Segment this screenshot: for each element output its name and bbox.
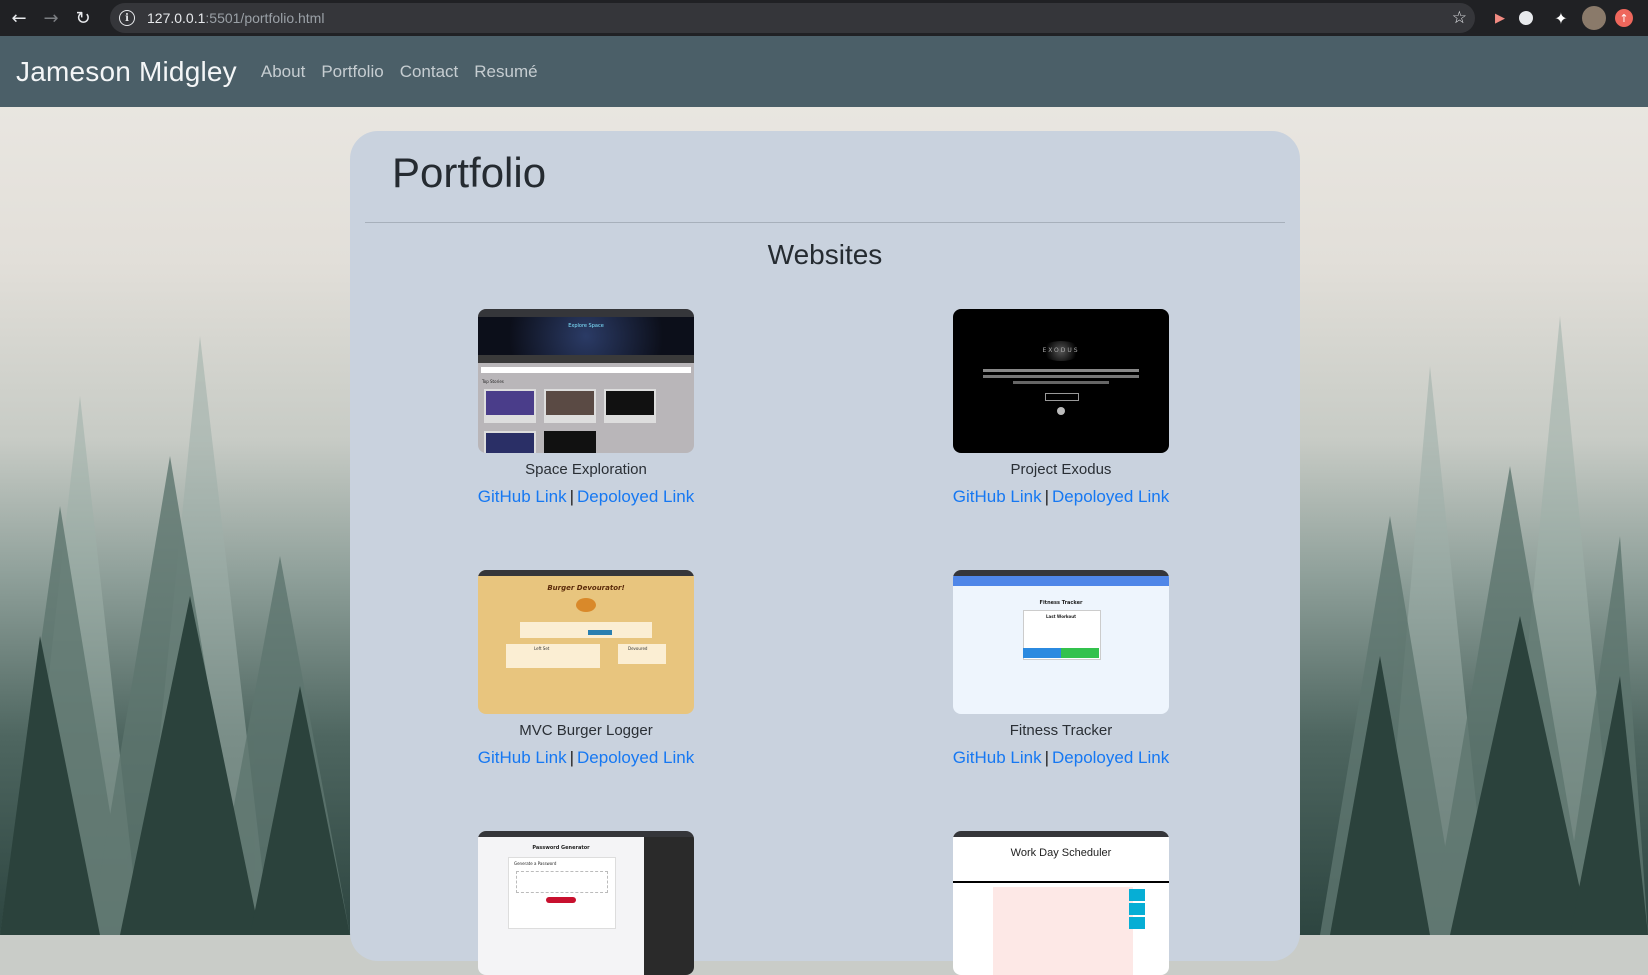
project-title: Fitness Tracker [1009,722,1113,739]
github-link[interactable]: GitHub Link [478,748,567,767]
project-card-work-day-scheduler: Work Day Scheduler [901,831,1221,975]
url-host: 127.0.0.1 [147,10,206,26]
project-thumbnail[interactable]: Fitness Tracker Last Workout [953,570,1169,714]
site-info-icon[interactable]: i [119,10,135,26]
project-title: Project Exodus [1010,461,1112,478]
thumb-col1: Left Set [534,646,550,651]
nav-link-portfolio[interactable]: Portfolio [321,62,383,82]
section-title: Websites [767,239,883,270]
forward-arrow-icon[interactable]: → [38,5,64,31]
nav-link-contact[interactable]: Contact [400,62,459,82]
thumb-heading: Fitness Tracker [1039,600,1083,606]
github-link[interactable]: GitHub Link [953,487,1042,506]
project-links: GitHub Link | Depoloyed Link [952,748,1170,767]
url-text[interactable]: 127.0.0.1:5501/portfolio.html [147,10,324,26]
url-path: :5501/portfolio.html [205,10,325,26]
update-icon[interactable]: ↑ [1615,9,1633,27]
portfolio-card: Portfolio Websites Explore Space Top Sto… [350,131,1300,975]
site-navbar: Jameson Midgley About Portfolio Contact … [0,36,1648,107]
extension-icon[interactable]: ▶ [1488,6,1512,30]
bookmark-star-icon[interactable]: ☆ [1452,8,1467,28]
browser-toolbar: ← → ↻ i 127.0.0.1:5501/portfolio.html ☆ … [0,0,1648,36]
deployed-link[interactable]: Depoloyed Link [1052,748,1169,767]
github-link[interactable]: GitHub Link [478,487,567,506]
thumb-heading: Work Day Scheduler [1010,847,1112,859]
nav-link-about[interactable]: About [261,62,305,82]
deployed-link[interactable]: Depoloyed Link [577,748,694,767]
project-thumbnail[interactable]: EXODUS [953,309,1169,453]
profile-avatar[interactable] [1582,6,1606,30]
thumb-heading: Password Generator [532,845,590,851]
project-links: GitHub Link | Depoloyed Link [477,748,695,767]
thumb-col2: Devoured [628,646,648,651]
deployed-link[interactable]: Depoloyed Link [1052,487,1169,506]
nav-link-resume[interactable]: Resumé [474,62,537,82]
brand-name[interactable]: Jameson Midgley [16,56,237,88]
project-card-space-exploration: Explore Space Top Stories Space Explorat… [426,309,746,507]
project-card-burger-logger: Burger Devourator! Left Set Devoured MVC… [426,570,746,768]
thumb-heading: EXODUS [1042,347,1080,354]
github-link[interactable]: GitHub Link [953,748,1042,767]
puzzle-extensions-icon[interactable]: ✦ [1549,6,1573,30]
project-thumbnail[interactable]: Explore Space Top Stories [478,309,694,453]
project-thumbnail[interactable]: Password Generator Generate a Password [478,831,694,975]
thumb-heading: Explore Space [568,323,604,329]
burger-icon [576,598,596,612]
title-divider [365,222,1285,223]
thumb-heading: Burger Devourator! [547,584,625,592]
project-card-password-generator: Password Generator Generate a Password [426,831,746,975]
project-thumbnail[interactable]: Work Day Scheduler [953,831,1169,975]
back-arrow-icon[interactable]: ← [6,5,32,31]
project-card-project-exodus: EXODUS Project Exodus GitHub Link | Depolo… [901,309,1221,507]
project-title: Space Exploration [525,461,647,478]
project-links: GitHub Link | Depoloyed Link [477,487,695,506]
nav-links: About Portfolio Contact Resumé [261,62,554,82]
thumb-sub: Last Workout [1046,614,1076,619]
address-bar[interactable]: i 127.0.0.1:5501/portfolio.html ☆ [110,3,1475,33]
extension-circle-icon[interactable] [1519,11,1533,25]
thumb-sub: Generate a Password [514,861,557,866]
project-thumbnail[interactable]: Burger Devourator! Left Set Devoured [478,570,694,714]
project-title: MVC Burger Logger [519,722,653,739]
thumb-section: Top Stories [482,379,504,384]
deployed-link[interactable]: Depoloyed Link [577,487,694,506]
project-links: GitHub Link | Depoloyed Link [952,487,1170,506]
project-card-fitness-tracker: Fitness Tracker Last Workout Fitness Tra… [901,570,1221,768]
page-title: Portfolio [392,149,547,196]
reload-icon[interactable]: ↻ [70,5,96,31]
